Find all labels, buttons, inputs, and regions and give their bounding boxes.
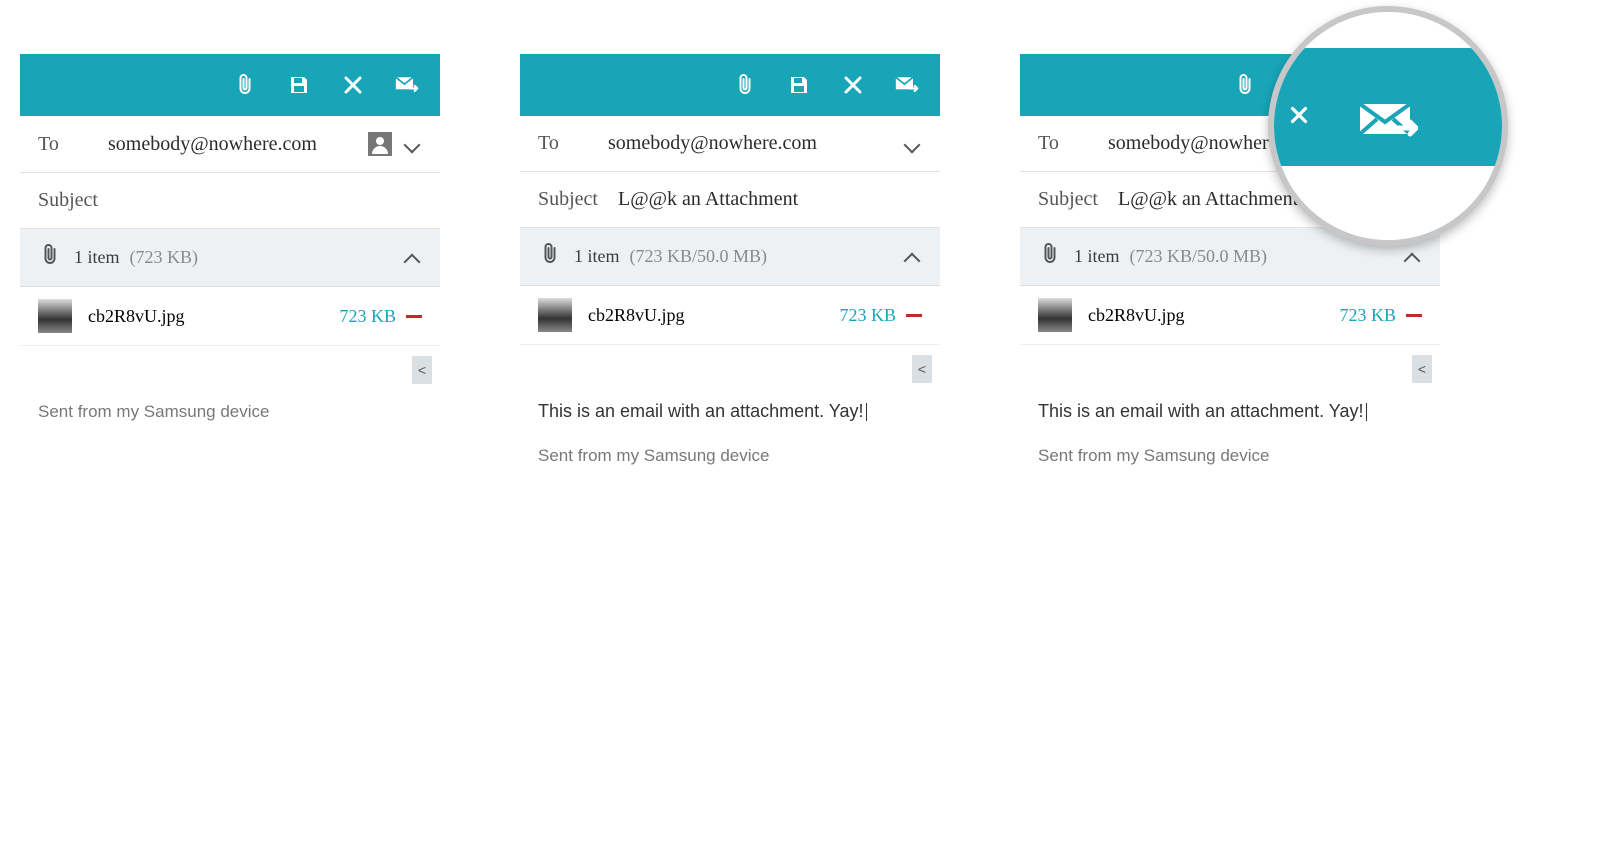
to-input[interactable]: somebody@nowhere.com (608, 132, 902, 155)
compose-toolbar (520, 54, 940, 116)
to-label: To (538, 132, 608, 155)
save-icon[interactable] (786, 72, 812, 98)
attach-icon (38, 243, 62, 272)
magnifier-zoom (1268, 6, 1508, 246)
attachment-size: (723 KB) (130, 247, 199, 268)
expand-recipients-icon[interactable] (902, 134, 922, 154)
text-cursor (1366, 403, 1367, 421)
attachment-filesize: 723 KB (839, 305, 896, 326)
email-compose-screen: Tosomebody@nowhere.com Subject 1 item (723 … (20, 54, 440, 484)
attachment-item: cb2R8vU.jpg723 KB (520, 286, 940, 345)
to-field-row: Tosomebody@nowhere.com (20, 116, 440, 173)
close-icon (1286, 102, 1312, 136)
attachment-count: 1 item (574, 246, 620, 267)
collapse-panel-tab[interactable]: < (412, 356, 432, 384)
text-cursor (866, 403, 867, 421)
subject-label: Subject (538, 188, 618, 211)
attachment-summary-bar[interactable]: 1 item (723 KB/50.0 MB) (520, 228, 940, 286)
attachment-filename: cb2R8vU.jpg (1088, 305, 1339, 326)
close-icon[interactable] (340, 72, 366, 98)
save-icon[interactable] (286, 72, 312, 98)
compose-toolbar (20, 54, 440, 116)
remove-attachment-button[interactable] (1406, 314, 1422, 317)
to-label: To (38, 133, 108, 156)
attachment-count: 1 item (1074, 246, 1120, 267)
attachment-thumbnail (1038, 298, 1072, 332)
email-signature: Sent from my Samsung device (520, 428, 940, 484)
subject-field-row: Subject (20, 173, 440, 229)
collapse-attachments-icon[interactable] (1402, 247, 1422, 267)
to-label: To (1038, 132, 1108, 155)
attach-icon[interactable] (1232, 72, 1258, 98)
collapse-attachments-icon[interactable] (902, 247, 922, 267)
attachment-size: (723 KB/50.0 MB) (630, 246, 768, 267)
send-icon[interactable] (1358, 102, 1418, 142)
attachment-count: 1 item (74, 247, 120, 268)
subject-field-row: SubjectL@@k an Attachment (520, 172, 940, 228)
attach-icon[interactable] (732, 72, 758, 98)
remove-attachment-button[interactable] (406, 315, 422, 318)
attachment-filename: cb2R8vU.jpg (588, 305, 839, 326)
attachment-item: cb2R8vU.jpg723 KB (1020, 286, 1440, 345)
subject-label: Subject (38, 189, 118, 212)
attachment-item: cb2R8vU.jpg723 KB (20, 287, 440, 346)
subject-label: Subject (1038, 188, 1118, 211)
attachment-filename: cb2R8vU.jpg (88, 306, 339, 327)
attach-icon (1038, 242, 1062, 271)
attachment-size: (723 KB/50.0 MB) (1130, 246, 1268, 267)
remove-attachment-button[interactable] (906, 314, 922, 317)
attach-icon[interactable] (232, 72, 258, 98)
subject-input[interactable]: L@@k an Attachment (618, 188, 922, 211)
attachment-filesize: 723 KB (1339, 305, 1396, 326)
close-icon[interactable] (840, 72, 866, 98)
collapse-attachments-icon[interactable] (402, 248, 422, 268)
attachment-thumbnail (538, 298, 572, 332)
email-body-input[interactable]: This is an email with an attachment. Yay… (520, 383, 940, 428)
send-icon[interactable] (394, 72, 420, 98)
attachment-summary-bar[interactable]: 1 item (723 KB) (20, 229, 440, 287)
send-icon[interactable] (894, 72, 920, 98)
email-body-input[interactable]: This is an email with an attachment. Yay… (1020, 383, 1440, 428)
expand-recipients-icon[interactable] (402, 134, 422, 154)
collapse-panel-tab[interactable]: < (1412, 355, 1432, 383)
email-compose-screen: Tosomebody@nowhere.comSubjectL@@k an Att… (520, 54, 940, 484)
contact-picker-icon[interactable] (368, 132, 392, 156)
email-signature: Sent from my Samsung device (20, 384, 440, 440)
to-field-row: Tosomebody@nowhere.com (520, 116, 940, 172)
to-input[interactable]: somebody@nowhere.com (108, 133, 368, 156)
attachment-thumbnail (38, 299, 72, 333)
attach-icon (538, 242, 562, 271)
attachment-filesize: 723 KB (339, 306, 396, 327)
email-signature: Sent from my Samsung device (1020, 428, 1440, 484)
collapse-panel-tab[interactable]: < (912, 355, 932, 383)
